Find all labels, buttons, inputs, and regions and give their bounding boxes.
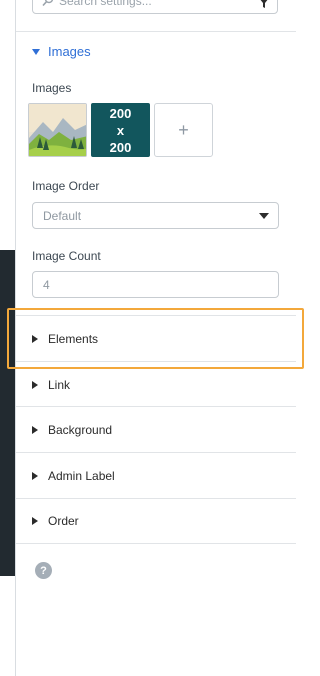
search-field[interactable]: Search settings... xyxy=(32,0,278,14)
image-count-value: 4 xyxy=(43,277,50,292)
help-icon[interactable]: ? xyxy=(35,562,52,579)
help-label: ? xyxy=(40,564,47,577)
landscape-image-icon xyxy=(29,104,86,156)
section-label: Admin Label xyxy=(48,468,115,483)
image-count-label: Image Count xyxy=(32,249,101,263)
image-order-label: Image Order xyxy=(32,179,100,193)
add-image-button[interactable]: + xyxy=(154,103,213,157)
image-count-input[interactable]: 4 xyxy=(32,271,279,298)
image-thumbnail-placeholder[interactable]: 200 x 200 xyxy=(91,103,150,157)
divider xyxy=(16,31,296,32)
images-section-toggle[interactable]: Images xyxy=(32,44,91,59)
chevron-right-icon xyxy=(32,517,38,525)
section-label: Background xyxy=(48,422,113,437)
image-thumbnail-landscape[interactable] xyxy=(28,103,87,157)
images-section-title: Images xyxy=(48,44,91,59)
chevron-right-icon xyxy=(32,425,38,434)
section-admin-label[interactable]: Admin Label xyxy=(16,452,296,498)
chevron-down-icon xyxy=(32,48,40,55)
search-icon xyxy=(42,0,54,7)
chevron-right-icon xyxy=(32,334,38,343)
chevron-down-icon xyxy=(259,213,269,219)
chevron-right-icon xyxy=(32,380,38,389)
section-elements[interactable]: Elements xyxy=(16,315,296,361)
image-order-value: Default xyxy=(43,208,82,223)
section-label: Elements xyxy=(48,331,99,346)
page-backdrop xyxy=(0,250,15,576)
search-placeholder: Search settings... xyxy=(59,0,152,8)
placeholder-thumbnail-text: 200 x 200 xyxy=(109,105,132,155)
image-order-select[interactable]: Default xyxy=(32,202,279,229)
section-label: Link xyxy=(48,377,71,392)
section-label: Order xyxy=(48,514,79,528)
settings-panel: Search settings... Images Images 200 x 2… xyxy=(15,0,296,676)
chevron-right-icon xyxy=(32,471,38,480)
section-background[interactable]: Background xyxy=(16,406,296,452)
plus-icon: + xyxy=(178,119,189,140)
filter-icon[interactable] xyxy=(259,0,269,8)
section-order[interactable]: Order xyxy=(16,498,296,544)
images-field-label: Images xyxy=(32,81,72,95)
section-link[interactable]: Link xyxy=(16,361,296,407)
